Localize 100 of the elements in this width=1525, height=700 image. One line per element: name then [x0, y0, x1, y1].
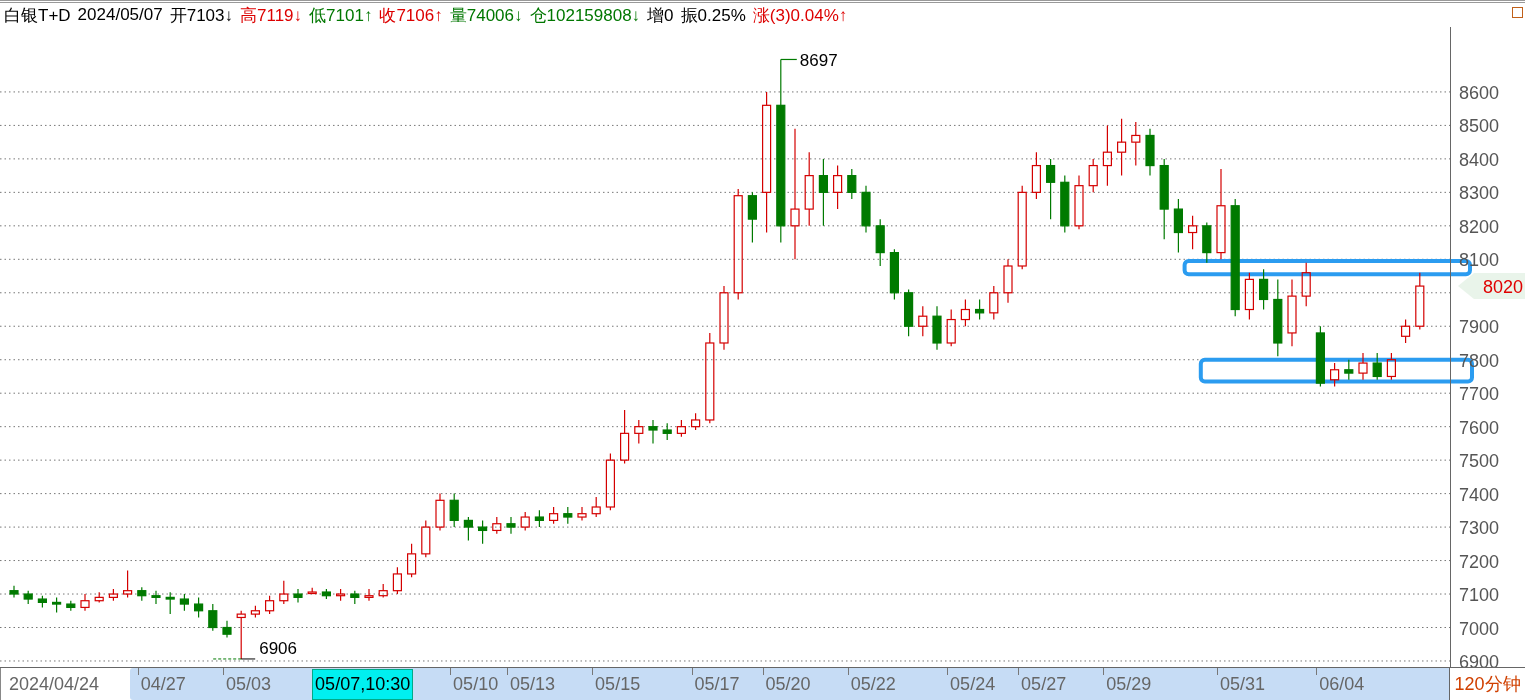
candlestick	[549, 506, 559, 525]
annotation: 6906	[259, 638, 298, 658]
quote-field: 2024/05/07	[77, 5, 163, 25]
quote-field: 低7101↑	[309, 3, 373, 27]
candlestick	[932, 305, 942, 351]
candlestick	[364, 588, 374, 602]
candlestick	[435, 493, 445, 532]
candlestick	[563, 506, 573, 525]
candlestick	[9, 585, 19, 598]
candlestick	[1131, 121, 1141, 167]
candlestick	[591, 496, 601, 518]
candlestick	[506, 516, 516, 535]
candlestick	[350, 590, 360, 605]
candlestick	[1259, 268, 1269, 311]
candlestick	[307, 587, 317, 595]
price-axis-label: 8100	[1459, 250, 1500, 271]
candlestick	[534, 509, 544, 528]
quote-field: 增0	[647, 3, 674, 27]
candlestick	[676, 419, 686, 438]
price-axis-label: 7900	[1459, 317, 1500, 338]
price-axis-label: 7600	[1459, 417, 1500, 438]
date-axis-label: 05/13	[509, 674, 555, 695]
candlestick	[392, 566, 402, 595]
high-price-annotation: 8697	[780, 51, 838, 71]
date-axis-label: 05/10	[453, 674, 499, 695]
candlestick	[1358, 352, 1368, 381]
candlestick	[1003, 258, 1013, 304]
candlestick	[520, 511, 530, 532]
candlestick	[1102, 124, 1112, 187]
candlestick	[989, 285, 999, 321]
candlestick	[847, 168, 857, 200]
candlestick	[975, 298, 985, 321]
price-axis-label: 7100	[1459, 585, 1500, 606]
candlestick	[321, 588, 331, 600]
candlestick	[336, 588, 346, 602]
price-axis-label: 7800	[1459, 350, 1500, 371]
candlestick	[634, 419, 644, 444]
candlestick	[861, 185, 871, 234]
candlestick	[577, 506, 587, 521]
candlestick	[265, 595, 275, 615]
date-axis-label: 05/20	[765, 674, 811, 695]
candlestick	[378, 583, 388, 598]
last-price-tag	[1458, 273, 1525, 300]
candlestick	[1188, 215, 1198, 250]
candlestick	[1401, 318, 1411, 344]
date-axis-label: 2024/04/24	[9, 673, 100, 695]
date-axis-label: 05/22	[850, 674, 896, 695]
candlestick	[1173, 198, 1183, 254]
candlestick	[449, 493, 459, 528]
price-axis-label: 8500	[1459, 116, 1500, 137]
candlestick	[293, 588, 303, 603]
quote-field: 振0.25%	[680, 3, 746, 27]
date-axis-label: 05/15	[595, 674, 641, 695]
candlestick	[818, 158, 828, 227]
candlestick	[1031, 151, 1041, 200]
candlestick	[1202, 221, 1212, 264]
candlestick	[1372, 352, 1382, 381]
candlestick	[1415, 272, 1425, 331]
candlestick	[250, 605, 260, 619]
candlestick	[1088, 158, 1098, 193]
period-label[interactable]: 120分钟	[1449, 668, 1525, 700]
candlestick	[463, 516, 473, 542]
candlestick	[946, 308, 956, 347]
candlestick	[94, 591, 104, 603]
candlestick	[179, 593, 189, 612]
date-axis-label: 05/17	[694, 674, 740, 695]
candlestick	[719, 285, 729, 351]
candlestick	[123, 570, 133, 598]
candlestick	[1344, 359, 1354, 381]
candlestick	[52, 596, 62, 614]
candlestick	[478, 519, 488, 545]
candlestick	[1386, 352, 1396, 381]
candlestick	[620, 409, 630, 465]
quote-field: 高7119↓	[240, 3, 303, 27]
candlestick	[1060, 175, 1070, 234]
candlestick	[904, 288, 914, 337]
quote-field: 收7106↑	[379, 3, 443, 27]
candlestick	[151, 590, 161, 605]
date-axis-label: 05/03	[225, 674, 271, 695]
quote-field: 开7103↓	[169, 3, 233, 27]
candlestick	[1117, 118, 1127, 177]
candlestick	[80, 593, 90, 612]
candlestick	[1287, 278, 1297, 347]
price-axis-label: 8600	[1459, 82, 1500, 103]
date-axis-label: 04/27	[140, 674, 186, 695]
price-axis-label: 8400	[1459, 149, 1500, 170]
candlestick	[222, 620, 232, 639]
candlestick	[23, 590, 33, 605]
quote-field: 量74006↓	[449, 3, 523, 27]
date-axis-label: 05/24	[950, 674, 996, 695]
candlestick	[1046, 158, 1056, 220]
candlestick	[279, 580, 289, 605]
price-axis-label: 7000	[1459, 618, 1500, 639]
low-price-annotation: 6906	[212, 638, 298, 660]
price-axis-label: 7200	[1459, 551, 1500, 572]
date-axis-label: 05/31	[1219, 674, 1265, 695]
candlestick	[833, 165, 843, 210]
quote-field: 仓102159808↓	[529, 3, 641, 27]
candlestick	[875, 218, 885, 267]
window-square-icon[interactable]	[1512, 7, 1523, 18]
